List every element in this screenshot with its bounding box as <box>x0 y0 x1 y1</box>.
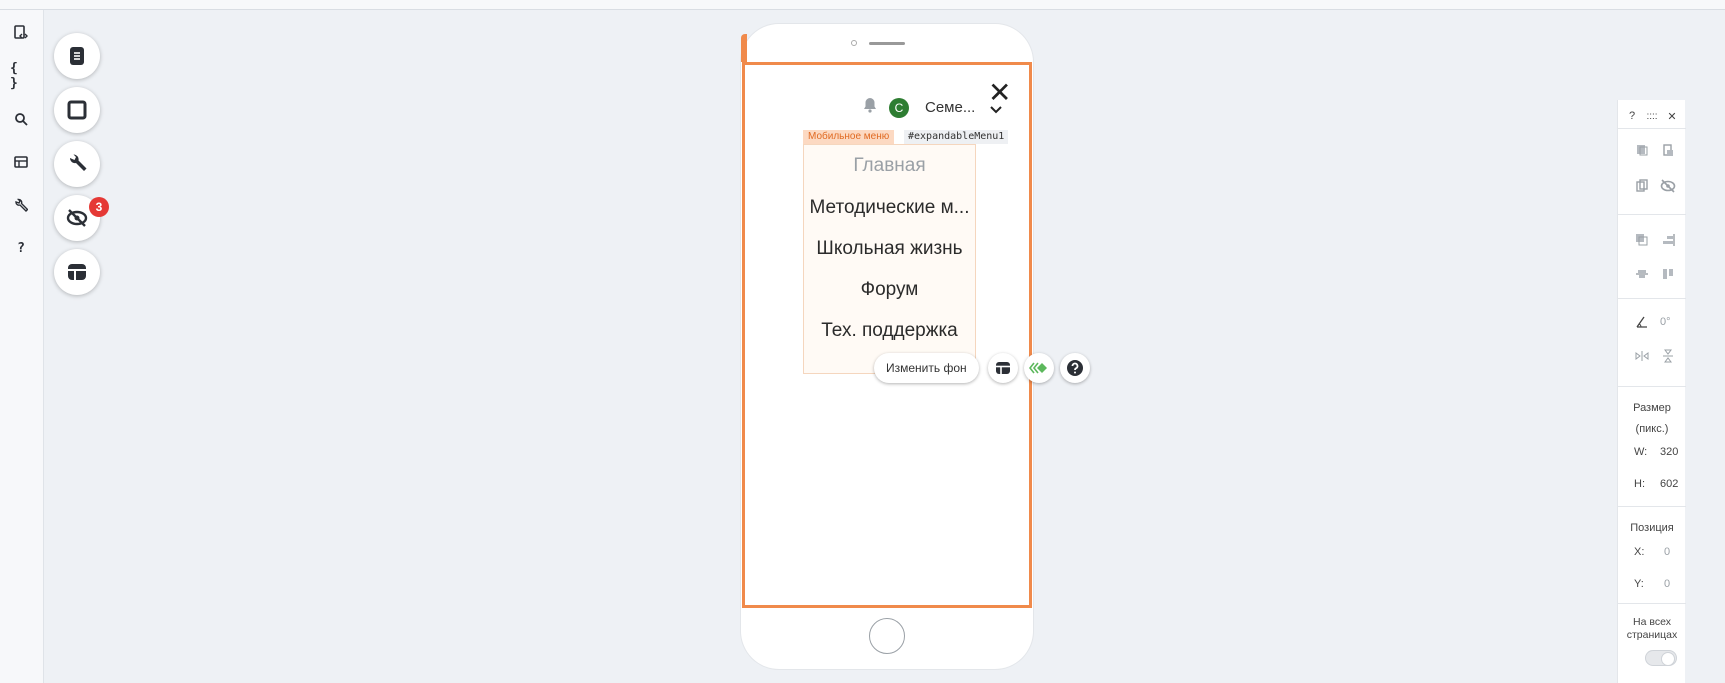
layout-button[interactable] <box>988 353 1018 383</box>
templates-button[interactable] <box>54 249 100 295</box>
height-input[interactable]: 602 <box>1660 478 1678 490</box>
hidden-count-badge: 3 <box>89 197 109 217</box>
paste-style-icon[interactable] <box>1658 140 1678 160</box>
phone-speaker <box>869 42 905 45</box>
x-label: X: <box>1634 546 1645 558</box>
panel-divider <box>1618 506 1686 507</box>
avatar[interactable]: С <box>889 98 909 118</box>
duplicate-icon[interactable] <box>1632 176 1652 196</box>
bell-icon[interactable] <box>863 97 877 118</box>
animation-icon <box>1029 362 1047 374</box>
help-icon[interactable]: ? <box>10 237 32 259</box>
phone-home-button <box>869 618 905 654</box>
panel-divider <box>1618 128 1686 129</box>
phone-preview: С Семе... ✕ Мобильное меню #expandableMe… <box>741 24 1033 669</box>
rotation-icon <box>1632 312 1652 332</box>
panel-close-icon[interactable]: ✕ <box>1662 106 1682 126</box>
size-title: Размер <box>1633 402 1671 414</box>
search-icon[interactable] <box>10 108 32 130</box>
copy-style-icon[interactable] <box>1632 140 1652 160</box>
page-code-icon[interactable] <box>10 22 32 44</box>
animation-button[interactable] <box>1024 353 1054 383</box>
frame-accent <box>741 34 747 62</box>
size-unit: (пикс.) <box>1635 423 1669 435</box>
flip-horizontal-icon[interactable] <box>1632 346 1652 366</box>
left-toolbar: { } ? <box>0 10 44 683</box>
height-label: H: <box>1634 478 1645 490</box>
phone-camera <box>851 40 857 46</box>
layout-icon <box>68 264 86 280</box>
eye-off-icon <box>66 209 88 227</box>
properties-panel: ? :::: ✕ 0° Размер (пикс.) W: 320 H: 602 <box>1617 100 1686 683</box>
square-icon <box>67 100 87 120</box>
all-pages-label: На всех страницах <box>1626 616 1678 641</box>
flip-vertical-icon[interactable] <box>1658 346 1678 366</box>
mobile-menu-frame[interactable]: С Семе... ✕ Мобильное меню #expandableMe… <box>742 62 1032 608</box>
user-name[interactable]: Семе... <box>925 99 975 116</box>
blocks-button[interactable] <box>54 87 100 133</box>
table-icon[interactable] <box>10 151 32 173</box>
width-label: W: <box>1634 446 1648 458</box>
y-label: Y: <box>1634 578 1644 590</box>
distribute-icon[interactable] <box>1658 264 1678 284</box>
position-title: Позиция <box>1630 522 1674 534</box>
menu-item-forum[interactable]: Форум <box>804 279 975 301</box>
braces-icon[interactable]: { } <box>10 61 32 91</box>
menu-item-home[interactable]: Главная <box>804 155 975 177</box>
wrench-icon[interactable] <box>10 194 32 216</box>
panel-divider <box>1618 298 1686 299</box>
menu-item-methods[interactable]: Методические м... <box>804 197 975 219</box>
panel-divider <box>1618 386 1686 387</box>
close-icon[interactable]: ✕ <box>988 79 1011 107</box>
menu-item-support[interactable]: Тех. поддержка <box>804 320 975 342</box>
panel-help-icon[interactable]: ? <box>1622 106 1642 126</box>
wrench-icon <box>69 154 87 171</box>
change-background-button[interactable]: Изменить фон <box>874 353 979 383</box>
align-right-icon[interactable] <box>1658 230 1678 250</box>
selection-id-label: #expandableMenu1 <box>904 130 1009 144</box>
pages-button[interactable] <box>54 33 100 79</box>
panel-divider <box>1618 603 1686 604</box>
panel-divider <box>1618 214 1686 215</box>
width-input[interactable]: 320 <box>1660 446 1678 458</box>
layout-icon <box>996 362 1010 374</box>
bring-forward-icon[interactable] <box>1632 230 1652 250</box>
help-button[interactable] <box>1060 353 1090 383</box>
all-pages-toggle[interactable] <box>1645 650 1677 666</box>
settings-button[interactable] <box>54 141 100 187</box>
document-icon <box>70 47 84 65</box>
drag-handle-icon[interactable]: :::: <box>1642 106 1662 126</box>
align-middle-icon[interactable] <box>1632 264 1652 284</box>
expandable-menu[interactable]: Главная Методические м... Школьная жизнь… <box>803 144 976 374</box>
menu-item-school-life[interactable]: Школьная жизнь <box>804 238 975 260</box>
hide-icon[interactable] <box>1658 176 1678 196</box>
selection-type-label: Мобильное меню <box>803 130 895 144</box>
top-border <box>0 0 1725 10</box>
help-circle-icon <box>1067 360 1083 376</box>
rotation-value[interactable]: 0° <box>1660 316 1671 328</box>
x-input[interactable]: 0 <box>1664 546 1670 558</box>
y-input[interactable]: 0 <box>1664 578 1670 590</box>
